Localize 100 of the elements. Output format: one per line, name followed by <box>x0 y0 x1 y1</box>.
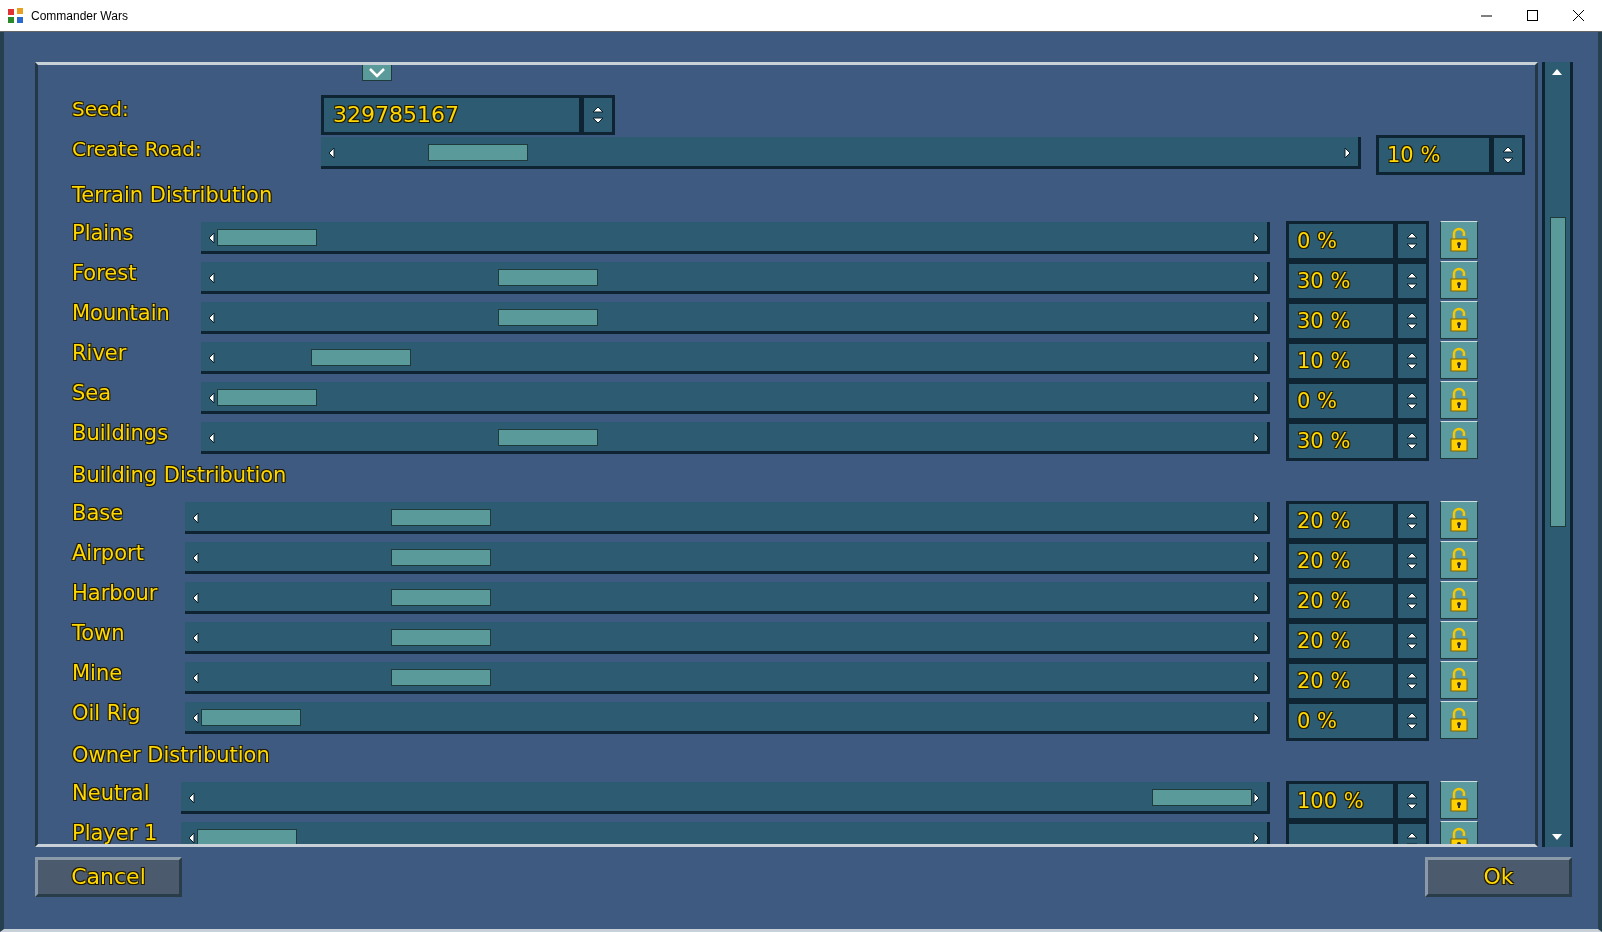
right-arrow-icon[interactable] <box>1253 833 1259 843</box>
spin-arrows-icon[interactable] <box>1406 390 1418 412</box>
right-arrow-icon[interactable] <box>1253 273 1259 283</box>
seed-field[interactable]: 329785167 <box>324 98 579 132</box>
spin-arrows-icon[interactable] <box>1406 550 1418 572</box>
value-field[interactable]: 10 % <box>1289 344 1393 378</box>
value-field[interactable]: 20 % <box>1289 544 1393 578</box>
slider[interactable] <box>185 662 1270 694</box>
value-field[interactable]: 30 % <box>1289 304 1393 338</box>
value-field[interactable]: 20 % <box>1289 584 1393 618</box>
spin-arrows-icon[interactable] <box>592 104 604 126</box>
close-icon[interactable] <box>1573 10 1585 22</box>
spin-arrows-icon[interactable] <box>1406 430 1418 452</box>
slider-handle[interactable] <box>497 309 598 326</box>
slider-handle[interactable] <box>201 709 301 726</box>
slider-handle[interactable] <box>391 629 492 646</box>
slider-handle[interactable] <box>217 389 317 406</box>
lock-button[interactable] <box>1440 501 1478 539</box>
value-field[interactable]: 30 % <box>1289 424 1393 458</box>
right-arrow-icon[interactable] <box>1253 673 1259 683</box>
slider[interactable] <box>201 382 1270 414</box>
slider-handle[interactable] <box>310 349 411 366</box>
slider[interactable] <box>201 342 1270 374</box>
value-field[interactable]: 20 % <box>1289 624 1393 658</box>
slider[interactable] <box>185 582 1270 614</box>
dialog-button[interactable]: Ok <box>1425 857 1572 897</box>
left-arrow-icon[interactable] <box>193 633 199 643</box>
slider[interactable] <box>321 137 1361 169</box>
right-arrow-icon[interactable] <box>1253 793 1259 803</box>
slider[interactable] <box>185 502 1270 534</box>
lock-button[interactable] <box>1440 541 1478 579</box>
spin-arrows-icon[interactable] <box>1406 230 1418 252</box>
left-arrow-icon[interactable] <box>189 793 195 803</box>
spin-arrows-icon[interactable] <box>1406 630 1418 652</box>
slider[interactable] <box>181 782 1270 814</box>
slider-handle[interactable] <box>497 269 598 286</box>
spin-arrows-icon[interactable] <box>1406 310 1418 332</box>
right-arrow-icon[interactable] <box>1253 313 1259 323</box>
value-field[interactable]: 0 % <box>1289 704 1393 738</box>
slider-handle[interactable] <box>497 429 598 446</box>
lock-button[interactable] <box>1440 781 1478 819</box>
slider[interactable] <box>201 222 1270 254</box>
value-field[interactable]: 100 % <box>1289 784 1393 818</box>
slider-handle[interactable] <box>391 509 492 526</box>
left-arrow-icon[interactable] <box>193 593 199 603</box>
spin-arrows-icon[interactable] <box>1502 144 1514 166</box>
slider[interactable] <box>201 302 1270 334</box>
slider-handle[interactable] <box>391 589 492 606</box>
spin-arrows-icon[interactable] <box>1406 790 1418 812</box>
value-field[interactable]: 0 % <box>1289 384 1393 418</box>
slider-handle[interactable] <box>391 549 492 566</box>
spin-arrows-icon[interactable] <box>1406 350 1418 372</box>
slider[interactable] <box>185 702 1270 734</box>
value-field[interactable]: 10 % <box>1379 138 1489 172</box>
left-arrow-icon[interactable] <box>209 273 215 283</box>
right-arrow-icon[interactable] <box>1253 553 1259 563</box>
dialog-button[interactable]: Cancel <box>35 857 182 897</box>
left-arrow-icon[interactable] <box>209 233 215 243</box>
lock-button[interactable] <box>1440 421 1478 459</box>
lock-button[interactable] <box>1440 581 1478 619</box>
right-arrow-icon[interactable] <box>1253 593 1259 603</box>
slider[interactable] <box>201 262 1270 294</box>
spin-arrows-icon[interactable] <box>1406 590 1418 612</box>
slider-handle[interactable] <box>217 229 317 246</box>
right-arrow-icon[interactable] <box>1253 353 1259 363</box>
left-arrow-icon[interactable] <box>209 313 215 323</box>
left-arrow-icon[interactable] <box>329 148 335 158</box>
right-arrow-icon[interactable] <box>1253 433 1259 443</box>
left-arrow-icon[interactable] <box>209 433 215 443</box>
spin-arrows-icon[interactable] <box>1406 710 1418 732</box>
right-arrow-icon[interactable] <box>1253 233 1259 243</box>
lock-button[interactable] <box>1440 701 1478 739</box>
left-arrow-icon[interactable] <box>193 673 199 683</box>
spin-arrows-icon[interactable] <box>1406 510 1418 532</box>
left-arrow-icon[interactable] <box>193 713 199 723</box>
slider-handle[interactable] <box>197 829 297 844</box>
lock-button[interactable] <box>1440 661 1478 699</box>
value-field[interactable]: 20 % <box>1289 504 1393 538</box>
left-arrow-icon[interactable] <box>189 833 195 843</box>
spin-arrows-icon[interactable] <box>1406 670 1418 692</box>
lock-button[interactable] <box>1440 341 1478 379</box>
lock-button[interactable] <box>1440 221 1478 259</box>
maximize-icon[interactable] <box>1527 10 1539 22</box>
left-arrow-icon[interactable] <box>193 513 199 523</box>
lock-button[interactable] <box>1440 381 1478 419</box>
value-field[interactable]: 20 % <box>1289 664 1393 698</box>
slider[interactable] <box>185 542 1270 574</box>
value-field[interactable]: 0 % <box>1289 224 1393 258</box>
scrollbar[interactable] <box>1542 62 1573 847</box>
right-arrow-icon[interactable] <box>1253 513 1259 523</box>
slider[interactable] <box>201 422 1270 454</box>
slider[interactable] <box>185 622 1270 654</box>
right-arrow-icon[interactable] <box>1253 713 1259 723</box>
value-field[interactable]: 30 % <box>1289 264 1393 298</box>
scroll-up-icon[interactable] <box>1552 69 1562 75</box>
slider-handle[interactable] <box>427 144 528 161</box>
left-arrow-icon[interactable] <box>209 393 215 403</box>
left-arrow-icon[interactable] <box>209 353 215 363</box>
slider-handle[interactable] <box>391 669 492 686</box>
right-arrow-icon[interactable] <box>1253 393 1259 403</box>
